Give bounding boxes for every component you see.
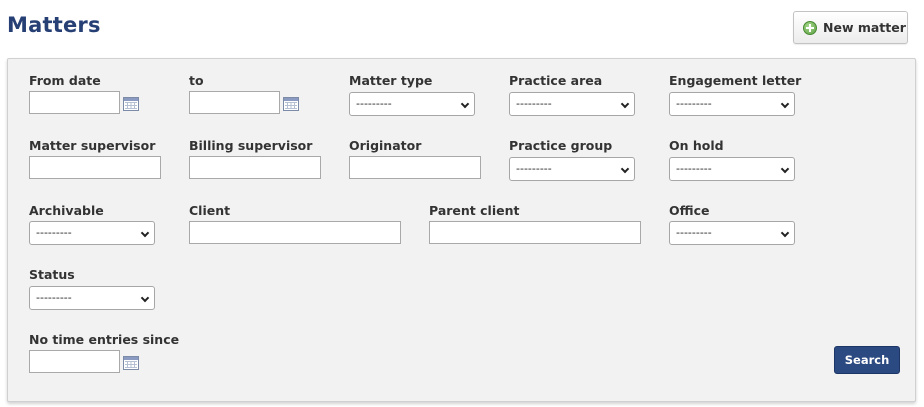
engagement-letter-label: Engagement letter — [669, 73, 802, 88]
practice-group-label: Practice group — [509, 138, 613, 153]
chevron-down-icon — [140, 228, 150, 238]
parent-client-group: Parent client — [429, 203, 519, 219]
billing-supervisor-input[interactable] — [189, 156, 321, 179]
matter-supervisor-input[interactable] — [29, 156, 161, 179]
no-time-entries-group: No time entries since — [29, 332, 179, 348]
client-group: Client — [189, 203, 230, 219]
billing-supervisor-label: Billing supervisor — [189, 138, 313, 153]
from-date-label: From date — [29, 73, 101, 88]
no-time-entries-label: No time entries since — [29, 332, 180, 347]
engagement-letter-select[interactable]: --------- — [669, 92, 795, 116]
on-hold-group: On hold — [669, 138, 724, 154]
archivable-group: Archivable — [29, 203, 104, 219]
chevron-down-icon — [780, 228, 790, 238]
search-button[interactable]: Search — [834, 346, 900, 374]
status-value: --------- — [36, 291, 72, 304]
no-time-entries-input[interactable] — [29, 350, 120, 373]
originator-input[interactable] — [349, 156, 481, 179]
to-date-input[interactable] — [189, 91, 280, 114]
chevron-down-icon — [780, 164, 790, 174]
on-hold-label: On hold — [669, 138, 724, 153]
on-hold-select[interactable]: --------- — [669, 157, 795, 181]
originator-label: Originator — [349, 138, 422, 153]
parent-client-label: Parent client — [429, 203, 520, 218]
office-value: --------- — [676, 226, 712, 239]
calendar-icon[interactable] — [123, 356, 139, 370]
office-select[interactable]: --------- — [669, 221, 795, 245]
from-date-group: From date — [29, 73, 101, 89]
chevron-down-icon — [780, 99, 790, 109]
new-matter-button[interactable]: New matter — [793, 11, 908, 44]
billing-supervisor-group: Billing supervisor — [189, 138, 312, 154]
office-label: Office — [669, 203, 710, 218]
archivable-select[interactable]: --------- — [29, 221, 155, 245]
matter-type-group: Matter type — [349, 73, 432, 89]
client-label: Client — [189, 203, 231, 218]
status-label: Status — [29, 267, 75, 282]
matter-type-select[interactable]: --------- — [349, 92, 475, 116]
on-hold-value: --------- — [676, 162, 712, 175]
page-title: Matters — [7, 13, 101, 37]
practice-area-select[interactable]: --------- — [509, 92, 635, 116]
calendar-icon[interactable] — [283, 97, 299, 111]
parent-client-input[interactable] — [429, 221, 641, 244]
plus-circle-icon — [803, 20, 817, 35]
matter-type-label: Matter type — [349, 73, 433, 88]
to-date-label: to — [189, 73, 204, 88]
status-select[interactable]: --------- — [29, 286, 155, 310]
practice-area-value: --------- — [516, 97, 552, 110]
practice-group-select[interactable]: --------- — [509, 157, 635, 181]
status-group: Status — [29, 267, 75, 283]
chevron-down-icon — [460, 99, 470, 109]
chevron-down-icon — [140, 293, 150, 303]
matter-type-value: --------- — [356, 97, 392, 110]
chevron-down-icon — [620, 164, 630, 174]
calendar-icon[interactable] — [123, 97, 139, 111]
practice-group-value: --------- — [516, 162, 552, 175]
from-date-input[interactable] — [29, 91, 120, 114]
archivable-value: --------- — [36, 226, 72, 239]
office-group: Office — [669, 203, 709, 219]
search-filter-panel: From date to Matter type --------- Pract… — [7, 58, 916, 402]
originator-group: Originator — [349, 138, 421, 154]
engagement-letter-value: --------- — [676, 97, 712, 110]
new-matter-label: New matter — [823, 20, 906, 35]
chevron-down-icon — [620, 99, 630, 109]
matter-supervisor-label: Matter supervisor — [29, 138, 156, 153]
practice-area-label: Practice area — [509, 73, 603, 88]
to-date-group: to — [189, 73, 204, 89]
matter-supervisor-group: Matter supervisor — [29, 138, 155, 154]
client-input[interactable] — [189, 221, 401, 244]
practice-area-group: Practice area — [509, 73, 602, 89]
archivable-label: Archivable — [29, 203, 104, 218]
practice-group-group: Practice group — [509, 138, 612, 154]
engagement-letter-group: Engagement letter — [669, 73, 801, 89]
